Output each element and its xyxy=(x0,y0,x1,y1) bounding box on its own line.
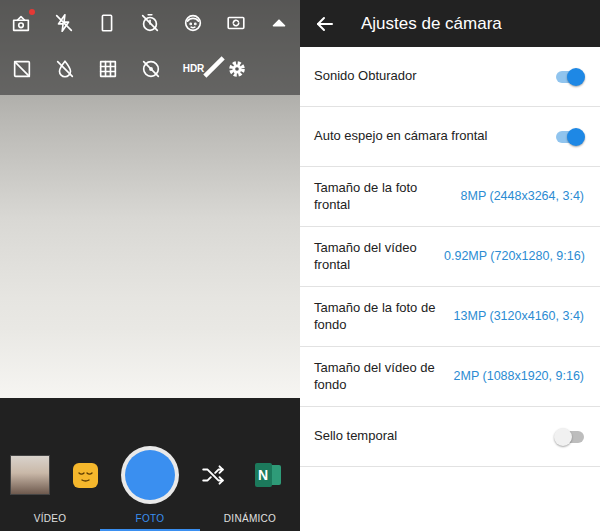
preview-shelf xyxy=(0,328,300,398)
controls-row: N xyxy=(0,442,300,508)
toggle-switch[interactable] xyxy=(554,68,584,86)
settings-row[interactable]: Auto espejo en cámara frontal xyxy=(300,107,600,167)
screen-title: Ajustes de cámara xyxy=(361,11,502,37)
settings-screen: Ajustes de cámara Sonido Obturador Auto es… xyxy=(300,0,600,531)
setting-value[interactable]: 13MP (3120x4160, 3:4) xyxy=(454,307,584,326)
gallery-thumbnail[interactable] xyxy=(10,455,50,495)
setting-value[interactable]: 2MP (1088x1920, 9:16) xyxy=(454,367,584,386)
filter-cell xyxy=(60,462,110,489)
notes-app-button[interactable]: N xyxy=(255,463,281,487)
settings-list: Sonido Obturador Auto espejo en cámara fr… xyxy=(300,47,600,467)
logo-letter: N xyxy=(255,463,272,487)
toolbar-button[interactable] xyxy=(215,46,258,92)
camera-screen: HDR N VÍDEO FOTO DINÁMICO xyxy=(0,0,300,531)
mode-label: FOTO xyxy=(136,513,165,524)
shuffle-icon[interactable] xyxy=(200,462,226,488)
shutter-cell xyxy=(110,446,190,504)
camera-toolbar: HDR xyxy=(0,0,300,95)
toggle-switch[interactable] xyxy=(554,428,584,446)
setting-label: Sonido Obturador xyxy=(314,68,417,84)
toolbar-button[interactable] xyxy=(43,0,86,46)
settings-row[interactable]: Tamaño de la foto frontal 8MP (2448x3264,… xyxy=(300,167,600,227)
toolbar-row xyxy=(0,0,300,46)
toggle-thumb xyxy=(567,128,585,146)
toolbar-button[interactable] xyxy=(0,0,43,46)
setting-value[interactable]: 8MP (2448x3264, 3:4) xyxy=(461,187,584,206)
back-arrow-icon[interactable] xyxy=(316,15,334,33)
settings-row[interactable]: Tamaño del vídeo frontal 0.92MP (720x1280… xyxy=(300,227,600,287)
setting-label: Tamaño de la foto frontal xyxy=(314,180,438,213)
toolbar-button[interactable] xyxy=(86,46,129,92)
collapse-icon xyxy=(268,12,290,34)
app-bar: Ajustes de cámara xyxy=(300,0,600,47)
toolbar-button[interactable] xyxy=(86,0,129,46)
setting-label: Tamaño de la foto de fondo xyxy=(314,300,438,333)
toolbar-button[interactable] xyxy=(129,0,172,46)
switch-icon xyxy=(225,12,247,34)
settings-icon xyxy=(226,58,248,80)
mode-label: VÍDEO xyxy=(34,513,67,524)
mode-label: DINÁMICO xyxy=(224,513,276,524)
toggle-thumb xyxy=(554,428,572,446)
mode-tab[interactable]: VÍDEO xyxy=(0,508,100,531)
settings-row[interactable]: Tamaño del vídeo de fondo 2MP (1088x1920,… xyxy=(300,347,600,407)
hdr-icon: HDR xyxy=(183,64,205,74)
toolbar-button[interactable] xyxy=(214,0,257,46)
gallery-cell xyxy=(0,455,60,495)
setting-label: Auto espejo en cámara frontal xyxy=(314,128,487,144)
note-cell: N xyxy=(235,463,300,487)
mode-icon xyxy=(10,12,32,34)
camera-preview[interactable]: HDR xyxy=(0,0,300,398)
toolbar-button[interactable] xyxy=(0,46,43,92)
settings-row[interactable]: Tamaño de la foto de fondo 13MP (3120x416… xyxy=(300,287,600,347)
beauty-face-icon[interactable] xyxy=(72,462,99,489)
mode-tab[interactable]: DINÁMICO xyxy=(200,508,300,531)
setting-label: Tamaño del vídeo de fondo xyxy=(314,360,438,393)
off-slash-icon xyxy=(203,56,225,78)
notification-dot xyxy=(29,9,35,15)
hdr-label: HDR xyxy=(183,64,205,74)
gridoff-icon xyxy=(11,58,33,80)
setting-value[interactable]: 0.92MP (720x1280, 9:16) xyxy=(444,247,585,266)
mode-tabs: VÍDEO FOTO DINÁMICO xyxy=(0,508,300,531)
ratio-icon xyxy=(96,12,118,34)
face-icon xyxy=(182,12,204,34)
settings-row[interactable]: Sello temporal xyxy=(300,407,600,467)
toolbar-button[interactable] xyxy=(129,46,172,92)
toolbar-button[interactable]: HDR xyxy=(172,46,215,92)
toggle-thumb xyxy=(567,68,585,86)
setting-label: Sello temporal xyxy=(314,428,397,444)
grid-icon xyxy=(97,58,119,80)
mode-tab[interactable]: FOTO xyxy=(100,508,200,531)
flashoff-icon xyxy=(53,12,75,34)
toolbar-row: HDR xyxy=(0,46,300,92)
toolbar-button[interactable] xyxy=(171,0,214,46)
shuffle-cell xyxy=(190,462,235,488)
timeroff-icon xyxy=(139,12,161,34)
dropoff-icon xyxy=(54,58,76,80)
shutter-button[interactable] xyxy=(121,446,179,504)
toggle-switch[interactable] xyxy=(554,128,584,146)
toolbar-button[interactable] xyxy=(43,46,86,92)
settings-row[interactable]: Sonido Obturador xyxy=(300,47,600,107)
shutter-core xyxy=(125,450,175,500)
toolbar-button[interactable] xyxy=(257,0,300,46)
setting-label: Tamaño del vídeo frontal xyxy=(314,240,438,273)
camera-controls: N VÍDEO FOTO DINÁMICO xyxy=(0,398,300,531)
focusoff-icon xyxy=(140,58,162,80)
